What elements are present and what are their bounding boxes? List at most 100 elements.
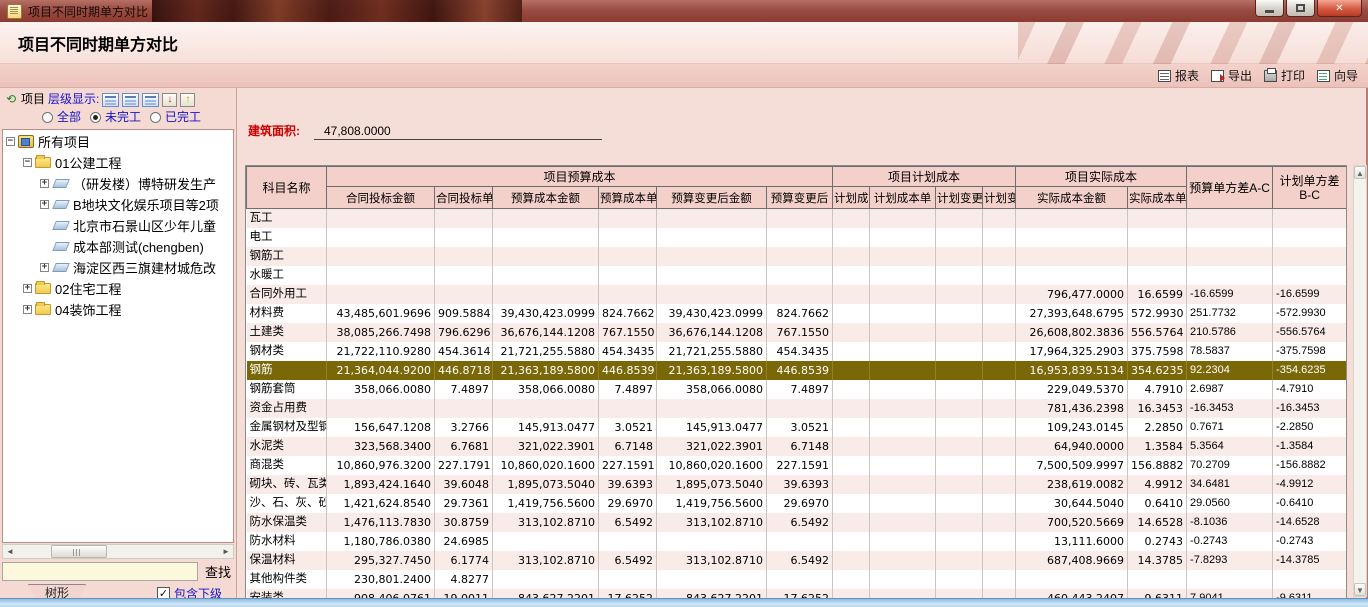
sort-descending-icon[interactable]: ↓ xyxy=(162,93,177,107)
table-row[interactable]: 水暖工 xyxy=(247,266,1347,285)
column-group-header[interactable]: 项目计划成本 xyxy=(833,167,1016,187)
column-header[interactable]: 计划成本单 xyxy=(870,187,936,209)
cell xyxy=(870,513,936,532)
collapse-icon[interactable]: − xyxy=(6,137,15,146)
table-row[interactable]: 防水保温类1,476,113.783030.8759313,102.87106.… xyxy=(247,513,1347,532)
scroll-thumb[interactable] xyxy=(51,545,107,558)
column-header[interactable]: 预算成本单 xyxy=(599,187,657,209)
table-row[interactable]: 其他构件类230,801.24004.8277 xyxy=(247,570,1347,589)
cell xyxy=(983,437,1016,456)
cell: -4.7910 xyxy=(1273,380,1347,399)
table-row[interactable]: 钢筋套筒358,066.00807.4897358,066.00807.4897… xyxy=(247,380,1347,399)
minimize-button[interactable] xyxy=(1255,0,1284,17)
column-header[interactable]: 合同投标单 xyxy=(435,187,493,209)
view-detail-icon[interactable] xyxy=(122,93,139,107)
table-row[interactable]: 土建类38,085,266.7498796.629636,676,144.120… xyxy=(247,323,1347,342)
export-button[interactable]: 导出 xyxy=(1211,67,1252,84)
sort-ascending-icon[interactable]: ↑ xyxy=(180,93,195,107)
column-header[interactable]: 计划变 xyxy=(983,187,1016,209)
column-header[interactable]: 预算变更后 xyxy=(767,187,833,209)
expand-icon[interactable]: + xyxy=(23,305,32,314)
expand-icon[interactable]: + xyxy=(40,179,49,188)
scroll-down-icon[interactable]: ▼ xyxy=(1354,583,1366,596)
table-row[interactable]: 钢材类21,722,110.9280454.361421,721,255.588… xyxy=(247,342,1347,361)
scroll-left-icon[interactable]: ◄ xyxy=(3,545,17,558)
tree-item[interactable]: −所有项目 xyxy=(3,131,233,152)
wizard-button[interactable]: 向导 xyxy=(1317,67,1358,84)
view-list-icon[interactable] xyxy=(102,93,119,107)
table-row[interactable]: 商混类10,860,976.3200227.179110,860,020.160… xyxy=(247,456,1347,475)
tree-item[interactable]: +B地块文化娱乐项目等2项 xyxy=(3,194,233,215)
cell: -7.8293 xyxy=(1187,551,1273,570)
table-row[interactable]: 沙、石、灰、砂1,421,624.854029.73611,419,756.56… xyxy=(247,494,1347,513)
table-row[interactable]: 钢筋21,364,044.9200446.871821,363,189.5800… xyxy=(247,361,1347,380)
print-button[interactable]: 打印 xyxy=(1264,67,1305,84)
tree-item[interactable]: +（研发楼）博特研发生产 xyxy=(3,173,233,194)
refresh-icon[interactable]: ⟲ xyxy=(4,91,18,108)
table-row[interactable]: 保温材料295,327.74506.1774313,102.87106.5492… xyxy=(247,551,1347,570)
table-row[interactable]: 材料费43,485,601.9696909.588439,430,423.099… xyxy=(247,304,1347,323)
table-row[interactable]: 资金占用费781,436.239816.3453-16.3453-16.3453 xyxy=(247,399,1347,418)
cell xyxy=(936,304,983,323)
table-row[interactable]: 电工 xyxy=(247,228,1347,247)
column-header[interactable]: 实际成本金额 xyxy=(1016,187,1128,209)
table-row[interactable]: 砌块、砖、瓦类1,893,424.164039.60481,895,073.50… xyxy=(247,475,1347,494)
tree-item[interactable]: +海淀区西三旗建材城危改 xyxy=(3,257,233,278)
cell: 4.7910 xyxy=(1128,380,1187,399)
close-button[interactable]: ✕ xyxy=(1317,0,1362,17)
cell: 238,619.0082 xyxy=(1016,475,1128,494)
report-button[interactable]: 报表 xyxy=(1158,67,1199,84)
view-grid-icon[interactable] xyxy=(142,93,159,107)
radio-unfinished[interactable] xyxy=(90,112,101,123)
cell xyxy=(833,475,870,494)
column-header[interactable]: 合同投标金额 xyxy=(327,187,435,209)
column-header-budget-diff[interactable]: 预算单方差A-C xyxy=(1187,167,1273,209)
table-row[interactable]: 防水材料1,180,786.038024.698513,111.60000.27… xyxy=(247,532,1347,551)
table-row[interactable]: 瓦工 xyxy=(247,209,1347,229)
cell: 6.7148 xyxy=(599,437,657,456)
tree-horizontal-scrollbar[interactable]: ◄ ► xyxy=(2,544,234,559)
column-header[interactable]: 实际成本单 xyxy=(1128,187,1187,209)
cell xyxy=(1016,247,1128,266)
scroll-up-icon[interactable]: ▲ xyxy=(1354,166,1366,179)
tree-item[interactable]: 北京市石景山区少年儿童 xyxy=(3,215,233,236)
expand-icon[interactable]: + xyxy=(23,284,32,293)
restore-button[interactable] xyxy=(1286,0,1315,17)
tree-item[interactable]: 成本部测试(chengben) xyxy=(3,236,233,257)
tree-item[interactable]: +02住宅工程 xyxy=(3,278,233,299)
table-row[interactable]: 合同外用工796,477.000016.6599-16.6599-16.6599 xyxy=(247,285,1347,304)
table-row[interactable]: 钢筋工 xyxy=(247,247,1347,266)
subject-name-cell: 资金占用费 xyxy=(247,399,327,418)
table-row[interactable]: 水泥类323,568.34006.7681321,022.39016.71483… xyxy=(247,437,1347,456)
column-group-header[interactable]: 项目预算成本 xyxy=(327,167,833,187)
table-row[interactable]: 金属钢材及型钢156,647.12083.2766145,913.04773.0… xyxy=(247,418,1347,437)
column-header-subject[interactable]: 科目名称 xyxy=(247,167,327,209)
column-header[interactable]: 预算成本金额 xyxy=(493,187,599,209)
expand-icon[interactable]: + xyxy=(40,263,49,272)
column-group-header[interactable]: 项目实际成本 xyxy=(1016,167,1187,187)
cell: -14.6528 xyxy=(1273,513,1347,532)
column-header[interactable]: 预算变更后金额 xyxy=(657,187,767,209)
radio-unfinished-label[interactable]: 未完工 xyxy=(105,109,141,126)
building-area-value[interactable]: 47,808.0000 xyxy=(314,124,602,140)
column-header[interactable]: 计划成 xyxy=(833,187,870,209)
find-button[interactable]: 查找 xyxy=(202,562,234,581)
cell: 10,860,976.3200 xyxy=(327,456,435,475)
column-header[interactable]: 计划变更 xyxy=(936,187,983,209)
column-header-plan-diff[interactable]: 计划单方差 B-C xyxy=(1273,167,1347,209)
tree-item[interactable]: +04装饰工程 xyxy=(3,299,233,320)
radio-all-label[interactable]: 全部 xyxy=(57,109,81,126)
table-vertical-scrollbar[interactable]: ▲ ▼ xyxy=(1353,165,1367,597)
radio-all[interactable] xyxy=(42,112,53,123)
cell xyxy=(833,494,870,513)
scroll-right-icon[interactable]: ► xyxy=(219,545,233,558)
radio-finished[interactable] xyxy=(150,112,161,123)
search-input[interactable] xyxy=(2,562,198,581)
cell xyxy=(936,418,983,437)
tree-item[interactable]: −01公建工程 xyxy=(3,152,233,173)
cell: 323,568.3400 xyxy=(327,437,435,456)
cell: 824.7662 xyxy=(599,304,657,323)
radio-finished-label[interactable]: 已完工 xyxy=(165,109,201,126)
expand-icon[interactable]: + xyxy=(40,200,49,209)
collapse-icon[interactable]: − xyxy=(23,158,32,167)
